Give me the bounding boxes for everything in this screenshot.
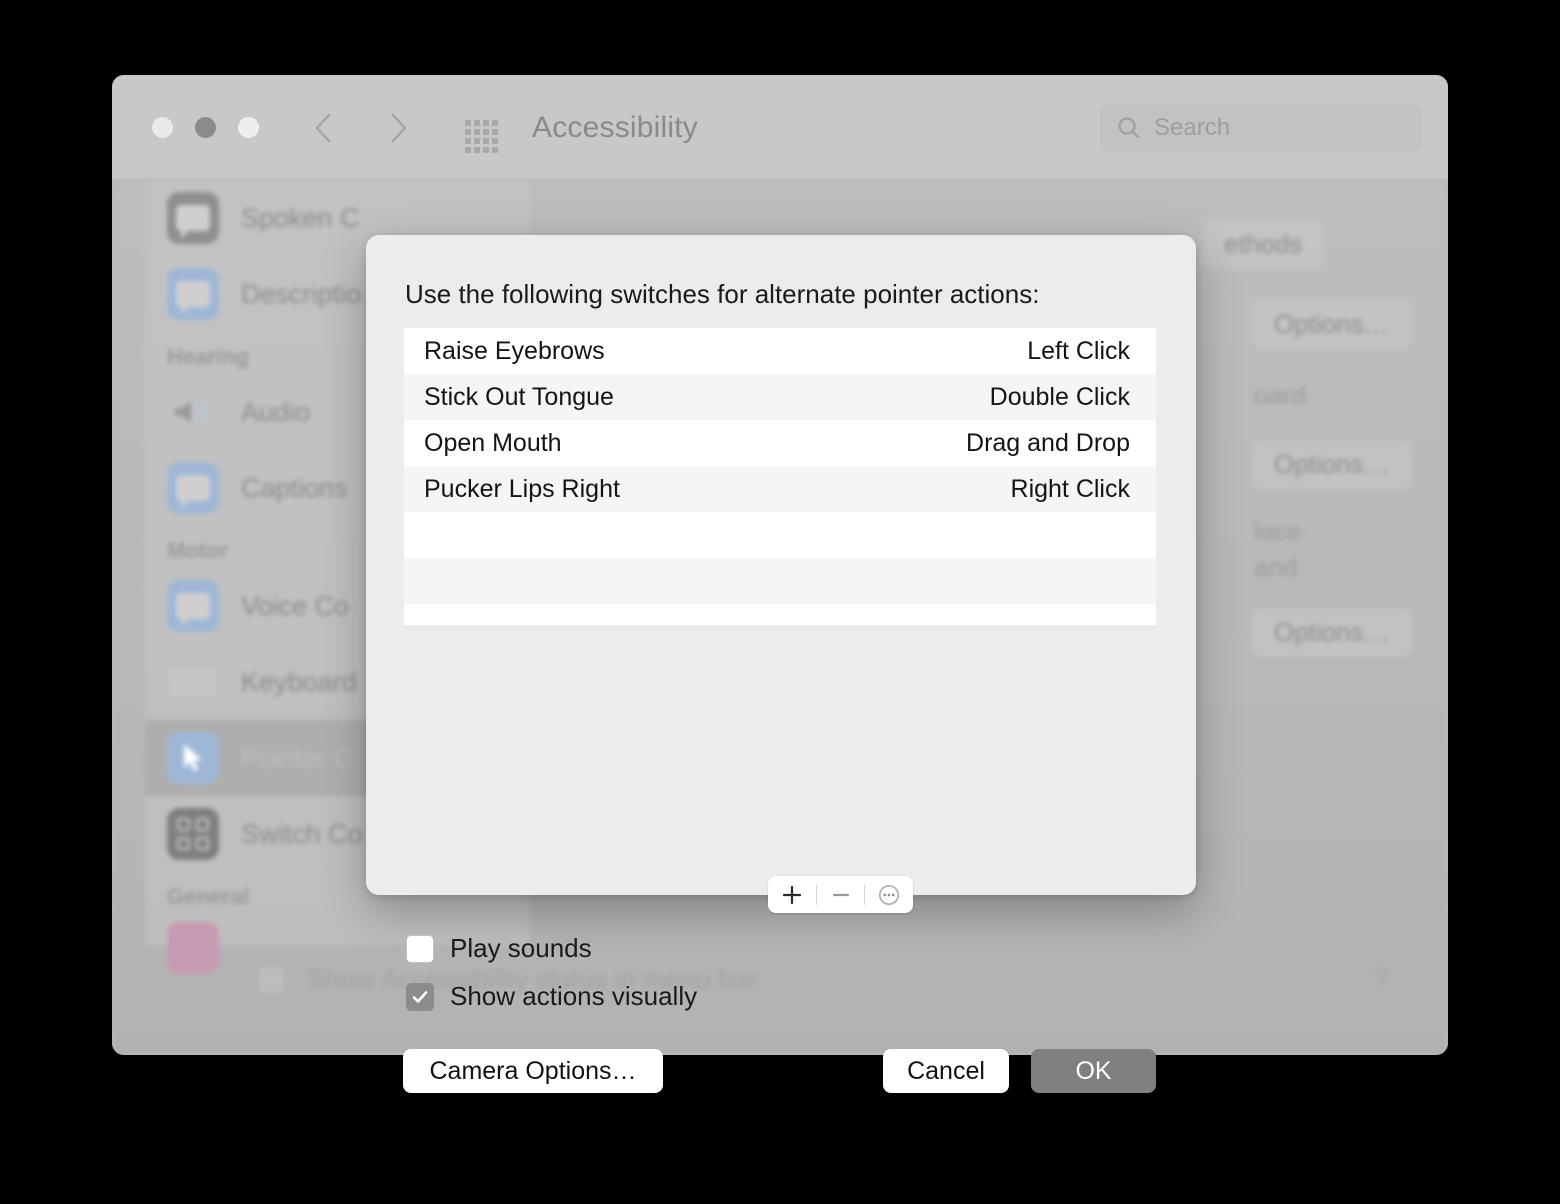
switch-action: Left Click [1027, 336, 1130, 365]
general-section-icon [167, 922, 219, 974]
descriptions-icon [167, 268, 219, 320]
show-actions-visually-label: Show actions visually [450, 981, 698, 1011]
plus-icon [782, 885, 801, 904]
forward-chevron-icon[interactable] [384, 111, 412, 145]
play-sounds-checkbox[interactable] [406, 934, 434, 963]
sidebar-item-label: Captions [241, 472, 348, 503]
table-row[interactable]: Stick Out Tongue Double Click [404, 374, 1156, 420]
switch-name: Open Mouth [424, 428, 562, 457]
keyboard-icon [167, 656, 219, 708]
play-sounds-row[interactable]: Play sounds [406, 933, 592, 964]
table-row[interactable]: Raise Eyebrows Left Click [404, 328, 1156, 374]
switch-name: Stick Out Tongue [424, 382, 614, 411]
sidebar-item-label: Descriptio [241, 278, 362, 309]
switch-name: Pucker Lips Right [424, 474, 620, 503]
search-input[interactable]: Search [1100, 105, 1422, 151]
show-status-checkbox[interactable] [257, 965, 285, 994]
cancel-button[interactable]: Cancel [883, 1049, 1009, 1093]
dialog-title: Use the following switches for alternate… [405, 279, 1040, 309]
navigation-buttons [310, 111, 412, 145]
close-button[interactable] [152, 117, 173, 138]
show-actions-visually-row[interactable]: Show actions visually [406, 981, 697, 1012]
show-all-grid-icon[interactable] [465, 120, 498, 153]
panel-text-2: lace [1254, 516, 1302, 546]
show-actions-visually-checkbox[interactable] [406, 982, 434, 1011]
switch-action: Drag and Drop [966, 428, 1130, 457]
minimize-button[interactable] [195, 117, 216, 138]
sidebar-item-label: Switch Co [241, 818, 363, 849]
sidebar-item-label: Pointer C [241, 742, 354, 773]
switch-actions-table[interactable]: Raise Eyebrows Left Click Stick Out Tong… [404, 328, 1156, 625]
sidebar-item-label: Spoken C [241, 202, 360, 233]
traffic-lights [152, 117, 259, 138]
pointer-control-icon [167, 732, 219, 784]
methods-tab[interactable]: ethods [1202, 220, 1325, 269]
panel-text-3: and [1254, 552, 1298, 582]
minus-icon [832, 893, 849, 896]
window-titlebar: Accessibility Search [112, 75, 1448, 180]
add-switch-button[interactable] [768, 876, 816, 913]
switch-action: Right Click [1010, 474, 1130, 503]
help-button[interactable]: ? [1360, 957, 1402, 999]
sidebar-item-label: Audio [241, 396, 311, 427]
spoken-content-icon [167, 192, 219, 244]
table-toolbar [768, 876, 913, 913]
captions-icon [167, 462, 219, 514]
more-options-icon [879, 884, 900, 905]
back-chevron-icon[interactable] [310, 111, 338, 145]
play-sounds-label: Play sounds [450, 933, 592, 963]
switch-action: Double Click [989, 382, 1130, 411]
switch-control-icon [167, 808, 219, 860]
table-row[interactable]: Open Mouth Drag and Drop [404, 420, 1156, 466]
zoom-button[interactable] [238, 117, 259, 138]
switch-name: Raise Eyebrows [424, 336, 605, 365]
options-button-1[interactable]: Options… [1252, 300, 1412, 349]
more-options-button[interactable] [865, 876, 913, 913]
sidebar-item-label: Voice Co [241, 590, 350, 621]
voice-control-icon [167, 580, 219, 632]
alternate-pointer-actions-dialog: Use the following switches for alternate… [366, 235, 1196, 1093]
options-button-3[interactable]: Options… [1252, 608, 1412, 657]
panel-text-1: oard [1254, 380, 1307, 410]
search-icon [1118, 117, 1140, 139]
search-placeholder: Search [1154, 114, 1231, 141]
page-title: Accessibility [532, 111, 698, 144]
camera-options-button[interactable]: Camera Options… [403, 1049, 663, 1093]
options-button-2[interactable]: Options… [1252, 440, 1412, 489]
audio-icon [167, 386, 219, 438]
table-row-empty[interactable] [404, 512, 1156, 558]
remove-switch-button[interactable] [817, 876, 865, 913]
table-row-empty[interactable] [404, 604, 1156, 625]
ok-button[interactable]: OK [1031, 1049, 1156, 1093]
table-row[interactable]: Pucker Lips Right Right Click [404, 466, 1156, 512]
table-row-empty[interactable] [404, 558, 1156, 604]
sidebar-item-label: Keyboard [241, 666, 357, 697]
